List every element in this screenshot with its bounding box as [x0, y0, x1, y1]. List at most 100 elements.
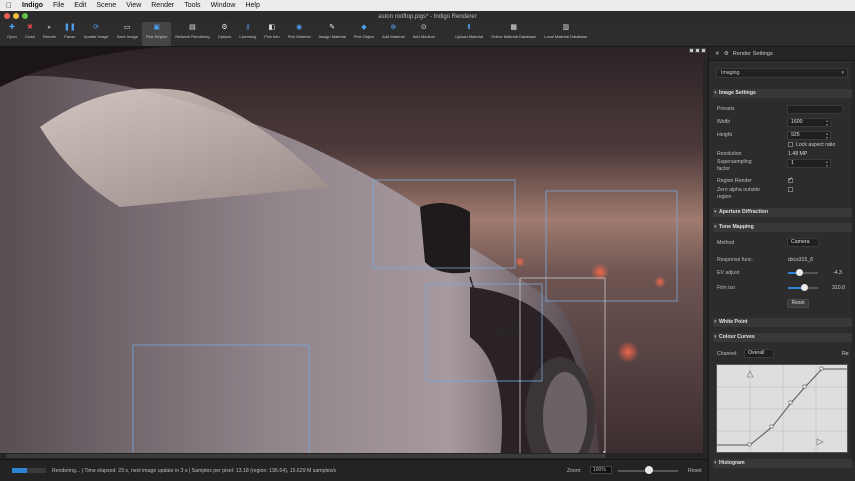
colour-curves-editor[interactable]	[716, 364, 848, 453]
pause-icon: ❚❚	[63, 24, 76, 31]
network-rendering-button[interactable]: ▤ Network Rendering	[171, 22, 213, 46]
curve-graph	[717, 365, 847, 452]
resolution-label: Resolution	[717, 151, 742, 157]
pause-button[interactable]: ❚❚ Pause	[60, 22, 79, 46]
pick-object-button[interactable]: ◆ Pick Object	[350, 22, 378, 46]
section-image-settings[interactable]: Image Settings	[713, 89, 852, 98]
render-viewport[interactable]	[0, 47, 708, 459]
panel-title: Render Settings	[732, 50, 773, 57]
ev-adjust-knob[interactable]	[796, 269, 803, 276]
close-window-button[interactable]	[4, 13, 10, 19]
online-db-icon: ▦	[510, 24, 517, 31]
zoom-window-button[interactable]	[22, 13, 28, 19]
section-aperture-diffraction[interactable]: Aperture Diffraction	[713, 208, 852, 217]
menu-window[interactable]: Window	[211, 2, 236, 9]
options-gear-icon: ⚙	[221, 24, 228, 31]
assign-material-icon: ✎	[329, 24, 336, 31]
reset-zoom-button[interactable]: Reset	[688, 468, 702, 474]
minimize-window-button[interactable]	[13, 13, 19, 19]
upload-material-button[interactable]: ⬆ Upload Material	[451, 22, 487, 46]
zoom-slider-knob[interactable]	[645, 466, 653, 474]
curves-reset-button[interactable]: Re	[842, 351, 849, 357]
view-mode-icon-2[interactable]	[695, 48, 700, 53]
section-colour-curves[interactable]: Colour Curves	[713, 333, 852, 342]
height-input[interactable]: 925 ▴ ▾	[787, 131, 831, 140]
render-progress-fill	[12, 468, 28, 473]
menu-file[interactable]: File	[53, 2, 64, 9]
supersampling-label-line2: factor	[717, 166, 730, 172]
refresh-icon: ⟳	[93, 24, 99, 31]
apple-icon[interactable]: 	[6, 1, 12, 10]
open-plus-icon: ✚	[8, 24, 15, 31]
menu-render[interactable]: Render	[151, 2, 174, 9]
panel-header: ✕ ⚙ Render Settings	[709, 47, 855, 61]
supersampling-label: Supersampling	[717, 159, 752, 165]
menu-help[interactable]: Help	[245, 2, 259, 9]
render-progress-bar	[12, 468, 46, 473]
section-white-point[interactable]: White Point	[713, 318, 852, 327]
options-button[interactable]: ⚙ Options	[214, 22, 236, 46]
update-image-button[interactable]: ⟳ Update Image	[80, 22, 113, 46]
resolution-value: 1.48 MP	[788, 151, 808, 157]
zero-alpha-checkbox[interactable]	[788, 187, 793, 192]
window-titlebar: aston rooftop.pigs* - Indigo Renderer	[0, 11, 855, 22]
menu-app-name[interactable]: Indigo	[22, 2, 43, 9]
local-material-database-button[interactable]: ▥ Local Material Database	[540, 22, 591, 46]
film-iso-knob[interactable]	[801, 284, 808, 291]
menu-tools[interactable]: Tools	[184, 2, 200, 9]
menu-edit[interactable]: Edit	[74, 2, 86, 9]
stepper-icon[interactable]: ▴ ▾	[826, 160, 828, 168]
add-material-icon: ⊕	[390, 24, 397, 31]
pick-info-button[interactable]: ◧ Pick Info	[260, 22, 283, 46]
open-button[interactable]: ✚ Open	[3, 22, 21, 46]
zero-alpha-label: Zero alpha outside	[717, 187, 760, 193]
mode-select[interactable]: Imaging ▾	[716, 68, 848, 78]
presets-select[interactable]	[787, 105, 843, 114]
assign-material-button[interactable]: ✎ Assign Material	[315, 22, 350, 46]
key-icon: ⚷	[245, 24, 251, 31]
add-material-button[interactable]: ⊕ Add Material	[378, 22, 408, 46]
save-image-button[interactable]: ▭ Save Image	[113, 22, 142, 46]
supersampling-input[interactable]: 1 ▴ ▾	[787, 159, 831, 168]
zoom-value-field[interactable]: 100%	[590, 466, 612, 474]
network-icon: ▤	[189, 24, 196, 31]
view-mode-icon-3[interactable]	[701, 48, 706, 53]
stepper-icon[interactable]: ▴ ▾	[826, 132, 828, 140]
panel-settings-icon: ⚙	[723, 50, 729, 57]
add-medium-button[interactable]: ⊙ Add Medium	[409, 22, 439, 46]
lock-aspect-checkbox[interactable]	[788, 142, 793, 147]
pick-material-button[interactable]: ◉ Pick Material	[284, 22, 315, 46]
render-button[interactable]: ▸ Render	[39, 22, 60, 46]
panel-scrollbar[interactable]	[851, 61, 855, 461]
width-input[interactable]: 1600 ▴ ▾	[787, 118, 831, 127]
tone-mapping-reset-button[interactable]: Reset	[787, 299, 809, 308]
window-title: aston rooftop.pigs* - Indigo Renderer	[378, 13, 477, 20]
menu-scene[interactable]: Scene	[96, 2, 116, 9]
region-render-checkbox[interactable]	[788, 176, 793, 183]
status-bar: Rendering... | Time elapsed: 23 s, next …	[0, 459, 708, 481]
pick-region-button[interactable]: ▣ Pick Region	[142, 22, 172, 46]
channel-label: Channel:	[717, 351, 738, 357]
main-toolbar: ✚ Open ✖ Close ▸ Render ❚❚ Pause ⟳ Update Ima…	[0, 22, 855, 47]
method-label: Method	[717, 240, 735, 246]
online-material-database-button[interactable]: ▦ Online Material Database	[487, 22, 540, 46]
licensing-button[interactable]: ⚷ Licensing	[235, 22, 260, 46]
view-mode-icon-1[interactable]	[689, 48, 694, 53]
section-tone-mapping[interactable]: Tone Mapping	[713, 223, 852, 232]
panel-close-icon[interactable]: ✕	[715, 51, 720, 57]
region-render-label: Region Render	[717, 178, 752, 184]
close-button[interactable]: ✖ Close	[21, 22, 39, 46]
channel-select[interactable]: Overall	[744, 349, 774, 358]
ev-adjust-value[interactable]: -4.3	[833, 270, 842, 276]
film-iso-label: Film iso	[717, 285, 735, 291]
section-histogram[interactable]: Histogram	[713, 459, 852, 468]
stepper-icon[interactable]: ▴ ▾	[826, 119, 828, 127]
film-iso-value[interactable]: 310.0	[832, 285, 845, 291]
scrollbar-thumb[interactable]	[6, 454, 606, 458]
save-image-icon: ▭	[124, 24, 131, 31]
add-medium-icon: ⊙	[420, 24, 427, 31]
menu-view[interactable]: View	[126, 2, 141, 9]
response-func-value[interactable]: dscs315_6	[788, 257, 813, 263]
pick-info-icon: ◧	[268, 24, 276, 31]
method-select[interactable]: Camera	[787, 238, 819, 247]
